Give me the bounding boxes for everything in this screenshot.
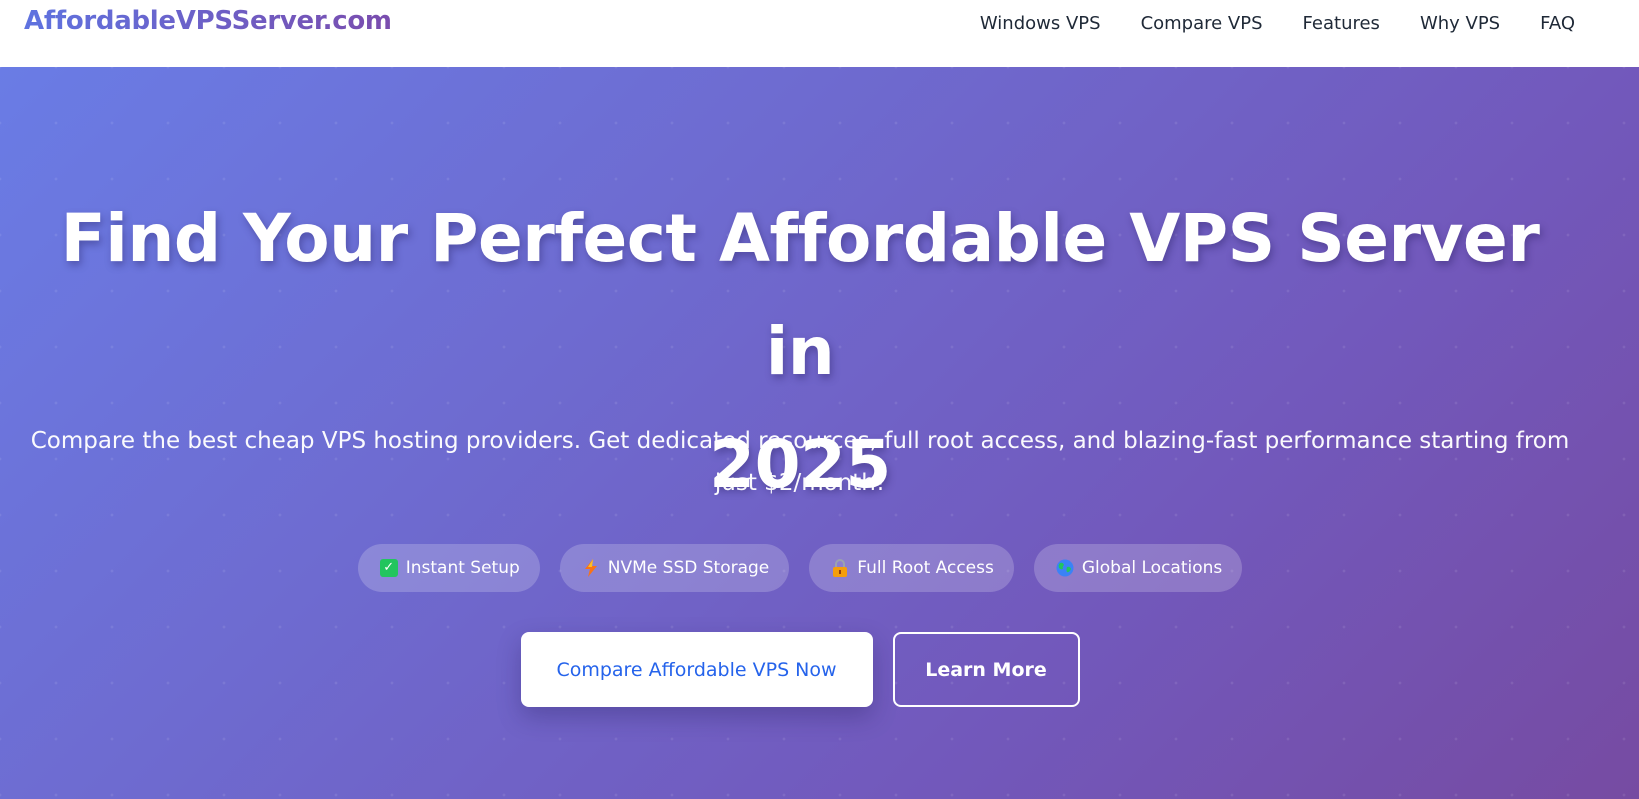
hero-subtitle-line-1: Compare the best cheap VPS hosting provi… <box>30 428 1570 454</box>
badge-label: NVMe SSD Storage <box>607 558 770 578</box>
nav-link-features[interactable]: Features <box>1303 11 1380 37</box>
badge-global-locations: Global Locations <box>1033 544 1243 592</box>
badge-instant-setup: ✓ Instant Setup <box>357 544 540 592</box>
check-icon: ✓ <box>379 559 398 577</box>
badge-label: Global Locations <box>1081 558 1223 578</box>
globe-icon <box>1056 559 1074 577</box>
badge-label: Instant Setup <box>405 558 520 578</box>
site-logo[interactable]: AffordableVPSServer.com <box>24 6 392 36</box>
lightning-icon <box>582 559 600 577</box>
hero-actions: Compare Affordable VPS Now Learn More <box>0 632 1600 707</box>
badge-full-root-access: Full Root Access <box>809 544 1014 592</box>
compare-vps-button[interactable]: Compare Affordable VPS Now <box>520 632 873 707</box>
nav-link-why-vps[interactable]: Why VPS <box>1420 11 1500 37</box>
nav-link-compare-vps[interactable]: Compare VPS <box>1141 11 1263 37</box>
site-header: AffordableVPSServer.com Windows VPS Comp… <box>0 0 1639 67</box>
learn-more-button[interactable]: Learn More <box>892 632 1080 707</box>
hero-section: Find Your Perfect Affordable VPS Server … <box>0 67 1639 799</box>
feature-badges: ✓ Instant Setup NVMe SSD Storage Full Ro… <box>0 544 1600 592</box>
hero-subtitle: Compare the best cheap VPS hosting provi… <box>30 420 1570 504</box>
main-nav: Windows VPS Compare VPS Features Why VPS… <box>980 11 1575 37</box>
nav-link-faq[interactable]: FAQ <box>1540 11 1575 37</box>
hero-subtitle-line-2: just $2/month! <box>714 470 886 496</box>
page: AffordableVPSServer.com Windows VPS Comp… <box>0 0 1639 799</box>
hero-title-line-1: Find Your Perfect Affordable VPS Server … <box>60 200 1540 390</box>
nav-link-windows-vps[interactable]: Windows VPS <box>980 11 1101 37</box>
lock-icon <box>831 559 849 577</box>
badge-label: Full Root Access <box>857 558 994 578</box>
badge-nvme-storage: NVMe SSD Storage <box>559 544 790 592</box>
